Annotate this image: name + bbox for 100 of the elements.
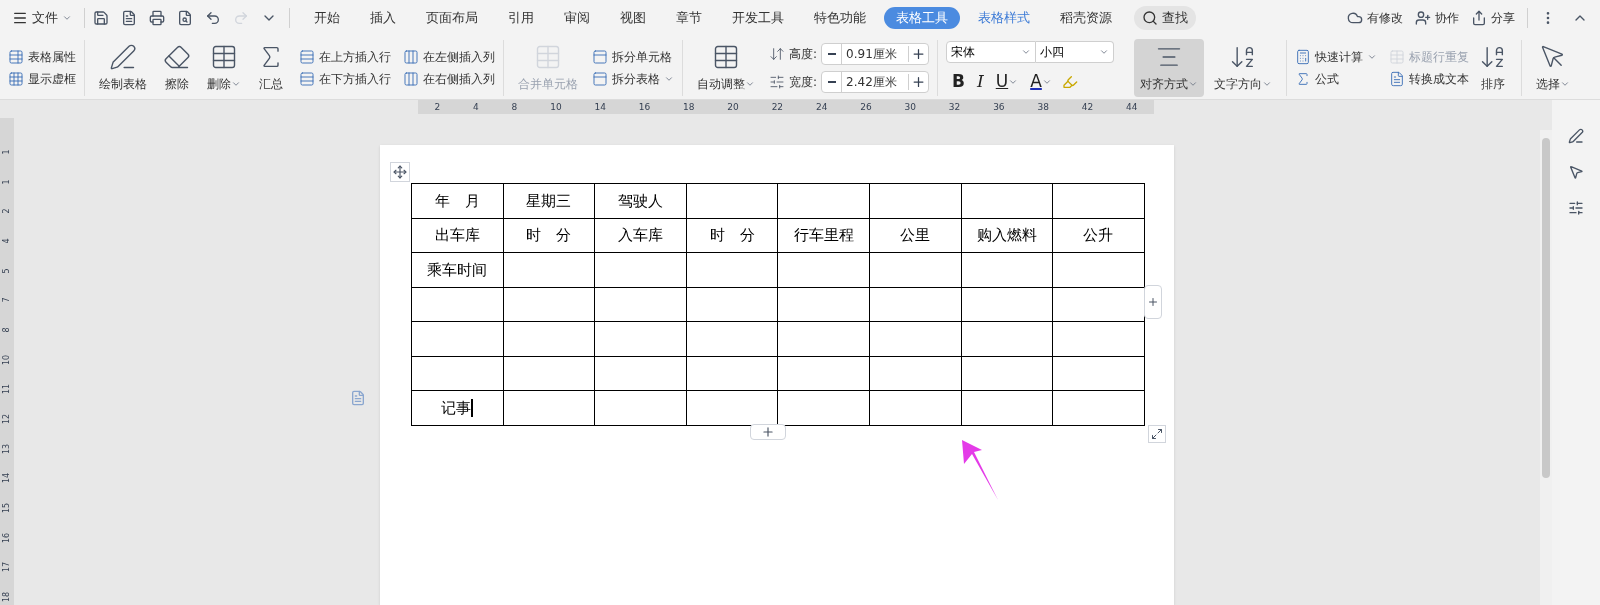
table-cell[interactable]: 年 月	[411, 183, 504, 218]
ribbon-button[interactable]: 排序	[1473, 38, 1514, 97]
print-icon[interactable]	[149, 10, 165, 26]
pen-icon[interactable]	[1568, 128, 1584, 144]
ribbon-tab[interactable]: 页面布局	[414, 7, 490, 29]
table-cell[interactable]	[411, 287, 504, 322]
ribbon-tab[interactable]: 引用	[496, 7, 546, 29]
table-cell[interactable]	[503, 390, 595, 425]
table-cell[interactable]	[961, 287, 1053, 322]
table-cell[interactable]	[594, 252, 687, 287]
table-cell[interactable]	[594, 390, 687, 425]
table-cell[interactable]	[411, 321, 504, 356]
table-cell[interactable]: 入车库	[594, 218, 687, 253]
table-cell[interactable]	[503, 321, 595, 356]
ribbon-button[interactable]: 拆分单元格	[592, 45, 674, 68]
table-cell[interactable]	[503, 356, 595, 391]
ribbon-button[interactable]: 选择	[1530, 38, 1577, 97]
table-cell[interactable]	[869, 287, 962, 322]
table-cell[interactable]	[411, 356, 504, 391]
table-cell[interactable]	[686, 183, 778, 218]
toolbar-action[interactable]: 协作	[1415, 9, 1459, 27]
search-button[interactable]: 查找	[1134, 6, 1196, 30]
toolbar-action[interactable]: 有修改	[1347, 9, 1403, 27]
table-cell[interactable]: 时 分	[503, 218, 595, 253]
table-cell[interactable]	[594, 356, 687, 391]
table-cell[interactable]	[961, 183, 1053, 218]
ribbon-button[interactable]: 删除	[201, 38, 247, 97]
font-size-select[interactable]: 小四	[1036, 40, 1115, 63]
table-cell[interactable]: 时 分	[686, 218, 778, 253]
ribbon-button[interactable]: 自动调整	[691, 38, 761, 97]
ribbon-button[interactable]: 对齐方式	[1134, 38, 1205, 97]
ribbon-button[interactable]: 擦除	[157, 38, 197, 97]
ribbon-button[interactable]: 在上方插入行	[299, 45, 391, 68]
table-cell[interactable]	[1052, 321, 1145, 356]
ribbon-button[interactable]: 绘制表格	[93, 38, 153, 97]
table-cell[interactable]	[777, 356, 870, 391]
table-cell[interactable]	[869, 252, 962, 287]
table-cell[interactable]	[1052, 390, 1145, 425]
undo-icon[interactable]	[205, 10, 221, 26]
table-cell[interactable]	[503, 287, 595, 322]
ribbon-button[interactable]: 转换成文本	[1389, 67, 1470, 90]
table-cell[interactable]: 公里	[869, 218, 962, 253]
input-field[interactable]: 0.91厘米	[842, 44, 909, 63]
settings-icon[interactable]	[1568, 200, 1584, 216]
pointer-icon[interactable]	[1568, 164, 1584, 180]
number-stepper[interactable]: 2.42厘米	[821, 70, 930, 93]
format-button[interactable]: B	[946, 68, 971, 95]
table-cell[interactable]: 公升	[1052, 218, 1145, 253]
table-cell[interactable]	[869, 390, 962, 425]
table-cell[interactable]: 记事	[411, 390, 504, 425]
ribbon-tab[interactable]: 稻壳资源	[1048, 7, 1124, 29]
format-button[interactable]: I	[971, 68, 990, 95]
ribbon-tab[interactable]: 表格样式	[966, 7, 1042, 29]
table-cell[interactable]	[777, 321, 870, 356]
ribbon-button[interactable]: 汇总	[251, 38, 291, 97]
table-cell[interactable]	[1052, 356, 1145, 391]
table-cell[interactable]	[869, 183, 962, 218]
resize-handle-icon[interactable]	[1148, 425, 1166, 443]
input-field[interactable]: 2.42厘米	[842, 72, 909, 91]
ribbon-tab[interactable]: 开始	[302, 7, 352, 29]
table-cell[interactable]	[961, 252, 1053, 287]
save-icon[interactable]	[93, 10, 109, 26]
table-cell[interactable]	[686, 356, 778, 391]
table-cell[interactable]	[1052, 252, 1145, 287]
toolbar-action[interactable]: 分享	[1471, 9, 1515, 27]
table-cell[interactable]: 星期三	[503, 183, 595, 218]
file-menu[interactable]: 文件	[12, 8, 72, 28]
table-cell[interactable]	[961, 321, 1053, 356]
ribbon-button[interactable]: 在右侧插入列	[403, 67, 495, 90]
document-icon[interactable]	[121, 10, 137, 26]
format-button[interactable]: A	[1024, 68, 1058, 95]
table-cell[interactable]	[686, 321, 778, 356]
ribbon-tab[interactable]: 章节	[664, 7, 714, 29]
ribbon-button[interactable]: 公式	[1295, 67, 1378, 90]
ribbon-button[interactable]: 显示虚框	[8, 67, 76, 90]
number-stepper[interactable]: 0.91厘米	[821, 42, 930, 65]
table-cell[interactable]	[777, 287, 870, 322]
table-cell[interactable]	[594, 321, 687, 356]
table-cell[interactable]: 驾驶人	[594, 183, 687, 218]
format-button[interactable]: U	[989, 68, 1025, 95]
table-cell[interactable]: 行车里程	[777, 218, 870, 253]
table-cell[interactable]	[961, 356, 1053, 391]
ribbon-button[interactable]: 文字方向	[1208, 38, 1279, 97]
ribbon-button[interactable]: 表格属性	[8, 45, 76, 68]
table-cell[interactable]	[777, 183, 870, 218]
table-cell[interactable]: 乘车时间	[411, 252, 504, 287]
table-cell[interactable]	[777, 252, 870, 287]
add-row-icon[interactable]	[750, 424, 786, 440]
move-handle-icon[interactable]	[390, 162, 410, 182]
table-cell[interactable]	[594, 287, 687, 322]
ribbon-tab[interactable]: 开发工具	[720, 7, 796, 29]
table-cell[interactable]	[869, 321, 962, 356]
table-cell[interactable]	[961, 390, 1053, 425]
ribbon-button[interactable]: 快速计算	[1295, 45, 1378, 68]
table-cell[interactable]	[503, 252, 595, 287]
font-select[interactable]: 宋体	[946, 40, 1037, 63]
ribbon-button[interactable]: 拆分表格	[592, 67, 674, 90]
ribbon-button[interactable]: 在左侧插入列	[403, 45, 495, 68]
ribbon-tab[interactable]: 特色功能	[802, 7, 878, 29]
table-cell[interactable]: 出车库	[411, 218, 504, 253]
